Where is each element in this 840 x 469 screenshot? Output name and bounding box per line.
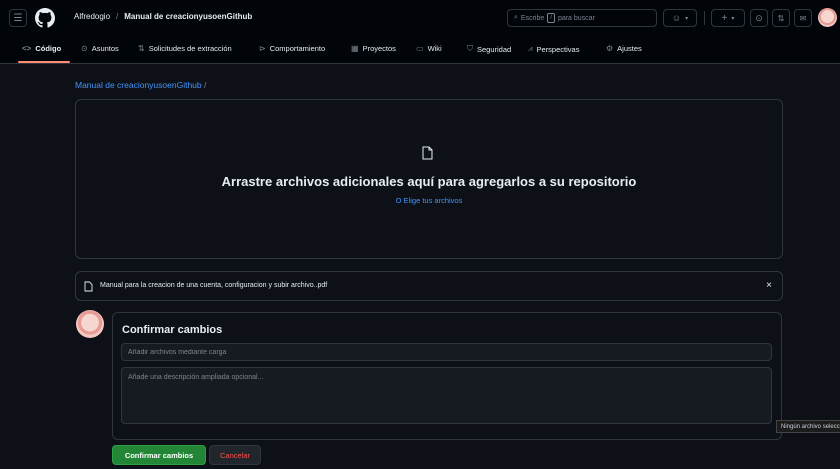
- copilot-button[interactable]: ☺ ▾: [663, 9, 697, 27]
- active-tab-indicator: [18, 61, 70, 63]
- issues-button[interactable]: ⊙: [750, 9, 768, 27]
- hamburger-menu-button[interactable]: ☰: [9, 9, 27, 27]
- drop-zone-title: Arrastre archivos adicionales aquí para …: [221, 174, 637, 189]
- commit-title: Confirmar cambios: [122, 324, 223, 336]
- breadcrumb-separator: /: [116, 12, 119, 21]
- user-avatar[interactable]: [818, 8, 837, 27]
- tab-pull-requests[interactable]: ⇅ Solicitudes de extracción: [138, 44, 232, 53]
- file-input-tooltip: Ningún archivo seleccionado: [776, 420, 840, 433]
- uploaded-file-row: Manual para la creacion de una cuenta, c…: [75, 271, 783, 301]
- github-logo-icon[interactable]: [35, 8, 55, 28]
- copilot-icon: ☺: [671, 13, 682, 23]
- upload-path: Manual de creacionyusoenGithub /: [75, 80, 206, 90]
- tab-wiki[interactable]: ▭ Wiki: [416, 44, 442, 53]
- code-icon: <>: [22, 44, 32, 53]
- app-header: ☰ Alfredogio / Manual de creacionyusoenG…: [0, 0, 840, 36]
- create-new-button[interactable]: + ▾: [711, 9, 745, 27]
- commit-description-input[interactable]: [121, 367, 772, 424]
- commit-summary-input[interactable]: [121, 343, 772, 361]
- tab-label: Comportamiento: [269, 44, 326, 53]
- search-suffix: para buscar: [557, 14, 595, 22]
- inbox-icon: ✉: [799, 13, 807, 23]
- search-input[interactable]: ⌕ Escribe / para buscar: [507, 9, 657, 27]
- book-icon: ▭: [416, 44, 424, 53]
- chevron-down-icon: ▾: [731, 15, 735, 22]
- tab-label: Proyectos: [362, 44, 396, 53]
- plus-icon: +: [721, 12, 728, 24]
- tab-label: Solicitudes de extracción: [148, 44, 232, 53]
- file-icon: [422, 146, 433, 160]
- play-icon: ⊳: [259, 44, 266, 53]
- choose-files-link[interactable]: O Elige tus archivos: [75, 196, 783, 205]
- git-pull-request-icon: ⇅: [777, 13, 785, 23]
- path-repo-link[interactable]: Manual de creacionyusoenGithub: [75, 80, 202, 90]
- shield-icon: ⛉: [467, 44, 473, 53]
- breadcrumb: Alfredogio / Manual de creacionyusoenGit…: [74, 12, 252, 21]
- search-prefix: Escribe: [520, 14, 545, 22]
- committer-avatar: [76, 310, 104, 338]
- graph-icon: ⩘: [528, 44, 533, 53]
- tab-label: Wiki: [427, 44, 442, 53]
- gear-icon: ⚙: [606, 44, 614, 53]
- hamburger-icon: ☰: [13, 12, 23, 24]
- search-shortcut-key: /: [547, 13, 555, 23]
- tab-label: Ajustes: [617, 44, 642, 53]
- tab-security[interactable]: ⛉ Seguridad: [467, 44, 511, 54]
- issue-opened-icon: ⊙: [81, 44, 88, 53]
- file-icon: [84, 281, 93, 292]
- tab-insights[interactable]: ⩘ Perspectivas: [528, 44, 579, 54]
- tab-actions[interactable]: ⊳ Comportamiento: [259, 44, 325, 53]
- tab-settings[interactable]: ⚙ Ajustes: [606, 44, 642, 53]
- remove-file-button[interactable]: ×: [766, 280, 772, 291]
- tab-issues[interactable]: ⊙ Asuntos: [81, 44, 119, 53]
- path-separator: /: [204, 80, 207, 90]
- table-icon: ▦: [351, 44, 359, 53]
- search-icon: ⌕: [514, 14, 518, 21]
- uploaded-file-name: Manual para la creacion de una cuenta, c…: [100, 282, 328, 289]
- git-pull-request-icon: ⇅: [138, 44, 145, 53]
- owner-link[interactable]: Alfredogio: [74, 12, 110, 21]
- cancel-button[interactable]: Cancelar: [209, 445, 261, 465]
- tab-label: Perspectivas: [536, 44, 580, 54]
- repo-nav: <> Código ⊙ Asuntos ⇅ Solicitudes de ext…: [0, 36, 840, 64]
- chevron-down-icon: ▾: [685, 15, 689, 22]
- inbox-button[interactable]: ✉: [794, 9, 812, 27]
- header-divider: [704, 11, 705, 25]
- tab-label: Asuntos: [91, 44, 119, 53]
- tab-code[interactable]: <> Código: [22, 44, 61, 53]
- issue-opened-icon: ⊙: [755, 12, 763, 23]
- repo-link[interactable]: Manual de creacionyusoenGithub: [124, 12, 252, 21]
- tab-projects[interactable]: ▦ Proyectos: [351, 44, 396, 53]
- pull-requests-button[interactable]: ⇅: [772, 9, 790, 27]
- tab-label: Seguridad: [477, 44, 512, 54]
- tab-label: Código: [35, 44, 62, 53]
- commit-changes-button[interactable]: Confirmar cambios: [112, 445, 206, 465]
